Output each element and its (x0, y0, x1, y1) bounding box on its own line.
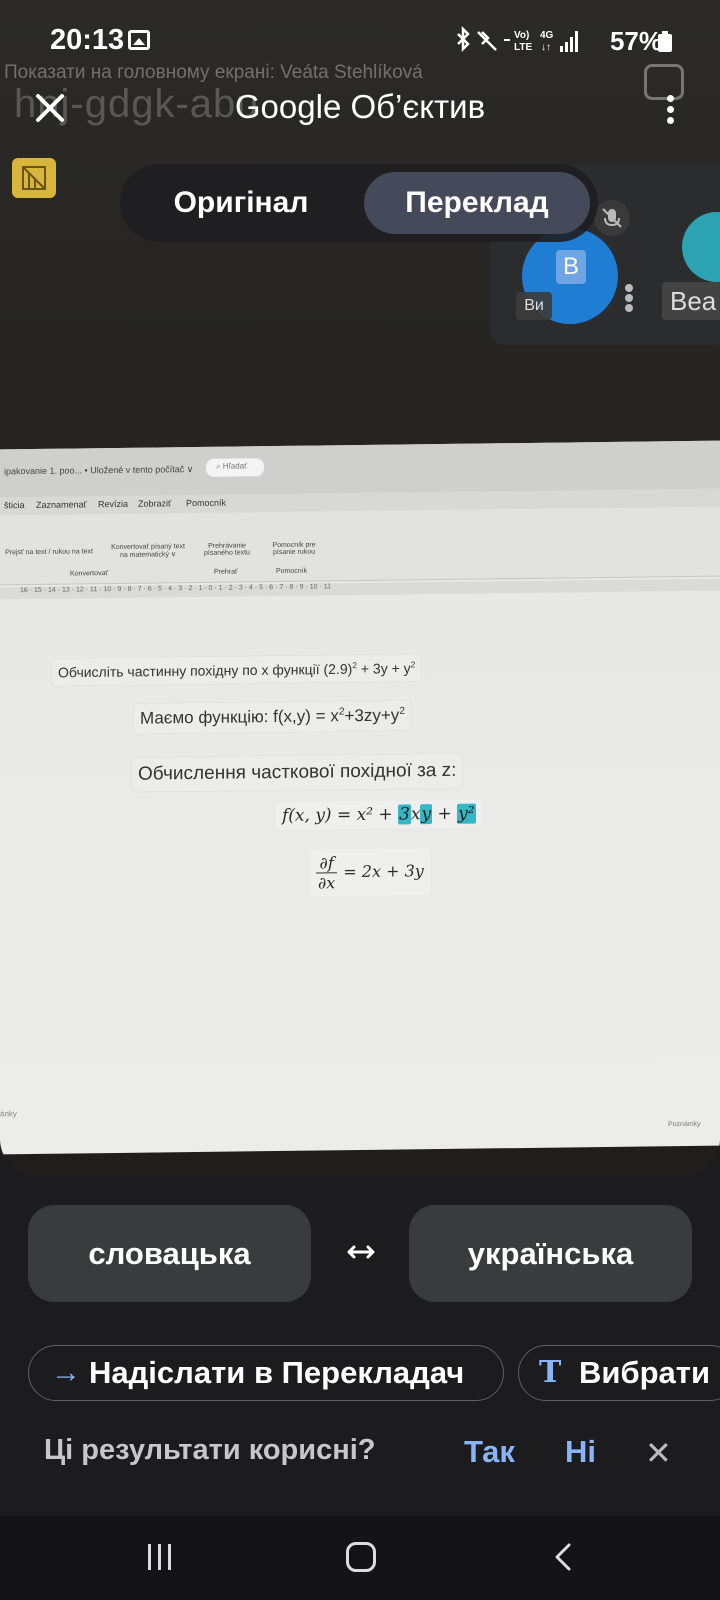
doc-status-right: Poznámky (668, 1120, 701, 1129)
doc-group-label: Prehrať (214, 568, 238, 576)
doc-menu-item: Zobraziť (138, 498, 172, 509)
translated-line-3-text: Обчислення часткової похідної за z: (138, 759, 457, 785)
doc-title: ipakovanie 1. poo... • Uložené v tento p… (4, 464, 194, 477)
fraction-denominator: ∂x (318, 873, 336, 893)
doc-tool-label: Prehrávanie písaného textu (204, 542, 250, 557)
doc-status-left: ánky (0, 1109, 17, 1119)
photo-app-icon (12, 158, 56, 198)
svg-text:4G: 4G (540, 30, 554, 41)
svg-text:↓↑: ↓↑ (541, 42, 551, 53)
doc-ribbon-tools: Prejsť na text / rukou na text Konvertov… (0, 506, 720, 586)
translated-line-2-text: Маємо функцію: f(x,y) = x (140, 706, 339, 728)
doc-group-label: Pomocník (276, 567, 308, 576)
equation-highlight: 3 (398, 804, 411, 825)
doc-search: ⌕ Hľadať (206, 458, 264, 477)
more-options-button[interactable] (660, 92, 680, 126)
doc-menu-item: Revízia (98, 498, 129, 510)
send-to-translate-button[interactable]: → Надіслати в Перекладач (28, 1345, 504, 1401)
participant-self-label: Ви (516, 292, 552, 320)
feedback-no-button[interactable]: Ні (565, 1434, 596, 1470)
translated-line-1-text: Обчисліть частинну похідну по x функції … (58, 660, 353, 681)
source-language-button[interactable]: словацька (28, 1205, 311, 1302)
more-vert-icon (666, 95, 674, 102)
back-button[interactable] (552, 1542, 574, 1572)
tab-translate[interactable]: Переклад (364, 172, 590, 234)
translated-line-2[interactable]: Маємо функцію: f(x,y) = x2+3zy+y2 (134, 700, 411, 734)
target-language-button[interactable]: українська (409, 1205, 692, 1302)
equation-part: = 2x + 3y (343, 861, 424, 882)
select-text-button[interactable]: T Вибрати (518, 1345, 720, 1401)
doc-group-label: Konvertovať (70, 570, 109, 578)
doc-title-bar: ipakovanie 1. poo... • Uložené v tento p… (0, 440, 720, 498)
doc-menu-item: šticia (4, 500, 25, 511)
participant-other-label: Bea (662, 282, 720, 320)
gallery-notification-icon (128, 30, 150, 50)
back-icon (555, 1543, 571, 1571)
select-text-label: Вибрати (579, 1355, 711, 1390)
battery-percent: 57% (609, 26, 662, 56)
arrow-right-icon: → (51, 1356, 81, 1389)
doc-tool-label: Konvertovať písaný text na matematický ∨ (111, 543, 185, 559)
swap-languages-button[interactable] (340, 1234, 380, 1274)
doc-menu-item: Pomocník (186, 497, 227, 509)
equation-function: f(x, y) = x² + 3xy + y² (276, 799, 482, 831)
battery-icon (658, 31, 672, 52)
feedback-dismiss-button[interactable]: ✕ (645, 1434, 672, 1472)
status-time: 20:13 (50, 24, 125, 56)
doc-search-label: Hľadať (222, 461, 248, 471)
translated-line-2-tail: +3zy+y (344, 705, 400, 726)
fraction-numerator: ∂f (316, 853, 338, 874)
equation-derivative: ∂f ∂x = 2x + 3y (310, 848, 430, 897)
status-icons: Vo) LTE 4G ↓↑ (457, 26, 578, 53)
doc-menu-item: Zaznamenať (36, 499, 87, 510)
doc-tool-label: Pomocník pre písanie rukou (272, 541, 316, 557)
captured-document: ipakovanie 1. poo... • Uložené v tento p… (0, 440, 720, 1155)
translated-line-1[interactable]: Обчисліть частинну похідну по x функції … (52, 654, 422, 686)
mic-off-icon (594, 200, 630, 236)
send-to-translate-label: Надіслати в Перекладач (89, 1355, 465, 1390)
tab-original[interactable]: Оригінал (134, 172, 348, 234)
feedback-yes-button[interactable]: Так (464, 1434, 515, 1470)
equation-highlight: y² (457, 803, 476, 824)
swap-arrows-icon (347, 1245, 375, 1259)
participant-initial: B (556, 250, 586, 284)
text-select-icon: T (539, 1355, 562, 1390)
feedback-question: Ці результати корисні? (44, 1434, 376, 1466)
equation-part: + (432, 803, 458, 825)
home-button[interactable] (346, 1542, 376, 1572)
translated-line-3[interactable]: Обчислення часткової похідної за z: (132, 753, 463, 792)
equation-fraction: ∂f ∂x (316, 853, 338, 893)
equation-part: f(x, y) = x² + (282, 804, 399, 826)
svg-text:Vo): Vo) (514, 30, 529, 41)
app-title: Google Об’єктив (234, 88, 486, 125)
doc-tool-label: Prejsť na text / rukou na text (5, 548, 93, 557)
translated-line-1-tail: + 3y + y (356, 660, 411, 677)
participant-more-icon (622, 282, 636, 318)
system-nav-bar (0, 1516, 720, 1600)
equation-highlight: y (420, 804, 433, 825)
recents-button[interactable] (146, 1544, 174, 1570)
status-bar: 20:13 Vo) LTE 4G ↓↑ 57% (0, 0, 720, 80)
svg-text:LTE: LTE (514, 42, 532, 53)
mode-toggle: Оригінал Переклад (120, 164, 598, 242)
